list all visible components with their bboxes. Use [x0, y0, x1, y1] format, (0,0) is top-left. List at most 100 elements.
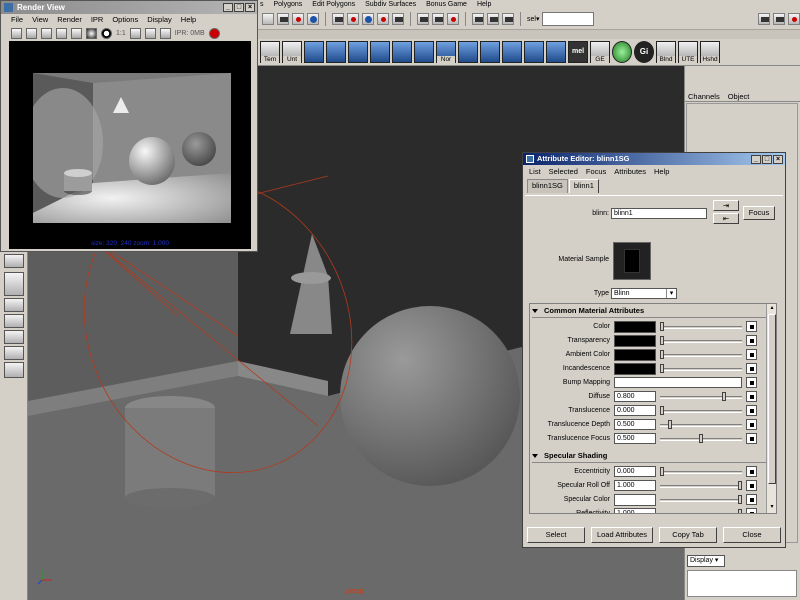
render-frame-icon[interactable] — [417, 13, 429, 25]
shelf-tool-icon[interactable] — [392, 41, 412, 63]
attribute-slider[interactable] — [660, 420, 742, 429]
attribute-editor-titlebar[interactable]: Attribute Editor: blinn1SG _ □ × — [523, 153, 785, 165]
keep-image-icon[interactable] — [129, 27, 141, 39]
main-menu-item[interactable]: Polygons — [274, 0, 303, 9]
channels-tab[interactable]: Channels — [688, 91, 720, 101]
shelf-tool-icon[interactable] — [326, 41, 346, 63]
move-tool-icon[interactable] — [262, 13, 274, 25]
render-view-menu-item[interactable]: View — [32, 14, 48, 25]
load-attributes-button[interactable]: Load Attributes — [591, 527, 653, 543]
focus-button[interactable]: Focus — [743, 206, 775, 220]
redo-render-icon[interactable] — [11, 27, 22, 39]
slider-thumb[interactable] — [667, 420, 672, 429]
render-view-titlebar[interactable]: Render View _ □ × — [1, 1, 257, 14]
attribute-editor-menu-item[interactable]: Help — [654, 165, 669, 178]
input-connections-button[interactable]: ⇥ — [713, 200, 739, 211]
attribute-slider[interactable] — [660, 336, 742, 345]
color-swatch[interactable] — [614, 335, 656, 347]
attribute-value-field[interactable]: 0.800 — [614, 391, 656, 402]
attribute-scrollbar[interactable]: ▴ ▾ — [766, 304, 776, 513]
attribute-slider[interactable] — [660, 350, 742, 359]
map-texture-icon[interactable] — [746, 508, 757, 513]
shelf-tool-icon[interactable] — [304, 41, 324, 63]
main-menu-item[interactable]: Bonus Game — [426, 0, 467, 9]
snap-curve-icon[interactable] — [292, 13, 304, 25]
slider-thumb[interactable] — [660, 322, 664, 331]
render-region-icon[interactable] — [26, 27, 37, 39]
attribute-slider[interactable] — [738, 509, 742, 513]
slider-thumb[interactable] — [660, 406, 664, 415]
output-connections-button[interactable]: ⇤ — [713, 213, 739, 224]
toggle-icon[interactable] — [472, 13, 484, 25]
render-globals-icon[interactable] — [447, 13, 459, 25]
snap-surface-icon[interactable] — [392, 13, 404, 25]
attribute-value-field[interactable]: 0.500 — [614, 419, 656, 430]
attribute-editor-menu-item[interactable]: Selected — [549, 165, 578, 178]
node-name-input[interactable]: blinn1 — [611, 208, 707, 219]
shelf-tool-icon[interactable] — [414, 41, 434, 63]
bump-mapping-field[interactable] — [614, 377, 742, 388]
attribute-slider[interactable] — [660, 406, 742, 415]
shelf-tabs[interactable] — [258, 30, 800, 39]
main-menu-item[interactable]: Subdiv Surfaces — [365, 0, 416, 9]
shelf-tool-icon[interactable]: Gi — [634, 41, 654, 63]
shelf-tool-icon[interactable] — [612, 41, 632, 63]
render-view-menu-item[interactable]: File — [11, 14, 23, 25]
attribute-slider[interactable] — [660, 495, 742, 504]
selection-input[interactable] — [542, 12, 595, 26]
map-texture-icon[interactable] — [746, 494, 757, 505]
slider-thumb[interactable] — [738, 495, 742, 504]
render-view-menu-item[interactable]: IPR — [91, 14, 104, 25]
map-texture-icon[interactable] — [746, 363, 757, 374]
slider-thumb[interactable] — [660, 467, 664, 476]
tab-blinn1sg[interactable]: blinn1SG — [527, 179, 568, 193]
snapshot-icon[interactable] — [41, 27, 52, 39]
layout-two-icon[interactable] — [4, 330, 24, 344]
shelf-tool-icon[interactable] — [348, 41, 368, 63]
attribute-value-field[interactable]: 0.000 — [614, 405, 656, 416]
slider-thumb[interactable] — [738, 509, 742, 513]
attribute-slider[interactable] — [660, 434, 742, 443]
shelf-tool-icon[interactable] — [480, 41, 500, 63]
layout-menu-icon[interactable] — [4, 362, 24, 378]
attribute-slider[interactable] — [660, 322, 742, 331]
shelf-tool-icon[interactable]: mel — [568, 41, 588, 63]
scrollbar-thumb[interactable] — [768, 314, 776, 484]
map-texture-icon[interactable] — [746, 321, 757, 332]
snap-view-icon[interactable] — [362, 13, 374, 25]
layer-editor[interactable] — [687, 570, 797, 597]
map-texture-icon[interactable] — [746, 405, 757, 416]
render-view-menu-item[interactable]: Options — [112, 14, 138, 25]
slider-thumb[interactable] — [660, 364, 664, 373]
snap-grid-icon[interactable] — [277, 13, 289, 25]
attribute-slider[interactable] — [660, 481, 742, 490]
attribute-slider[interactable] — [660, 392, 742, 401]
shelf-tool-icon[interactable] — [370, 41, 390, 63]
close-icon[interactable]: × — [245, 3, 255, 12]
remove-image-icon[interactable] — [144, 27, 156, 39]
specular-shading-section-header[interactable]: Specular Shading — [532, 451, 607, 460]
shelf-tool-icon[interactable]: Unt — [282, 41, 302, 63]
slider-thumb[interactable] — [660, 336, 664, 345]
map-texture-icon[interactable] — [746, 419, 757, 430]
main-menu-item[interactable]: Help — [477, 0, 491, 9]
toggle-icon[interactable] — [487, 13, 499, 25]
shelf-tool-icon[interactable]: Blnd — [656, 41, 676, 63]
map-texture-icon[interactable] — [746, 391, 757, 402]
ipr-stop-icon[interactable] — [208, 27, 220, 39]
attribute-value-field[interactable]: 0.500 — [614, 433, 656, 444]
color-swatch[interactable] — [614, 494, 656, 506]
color-channels-icon[interactable] — [86, 27, 97, 39]
zoom-one-to-one-button[interactable]: 1:1 — [116, 30, 126, 37]
shelf-tool-icon[interactable]: GE — [590, 41, 610, 63]
layout-single-icon[interactable] — [4, 298, 24, 312]
close-icon[interactable]: × — [773, 155, 783, 164]
lock-icon[interactable] — [332, 13, 344, 25]
lasso-tool-icon[interactable] — [4, 272, 24, 296]
attribute-editor-menu-item[interactable]: Focus — [586, 165, 606, 178]
toggle-icon[interactable] — [502, 13, 514, 25]
select-tool-icon[interactable] — [4, 254, 24, 268]
show-tool-settings-icon[interactable] — [788, 13, 800, 25]
layout-four-icon[interactable] — [4, 314, 24, 328]
maximize-icon[interactable]: □ — [234, 3, 244, 12]
